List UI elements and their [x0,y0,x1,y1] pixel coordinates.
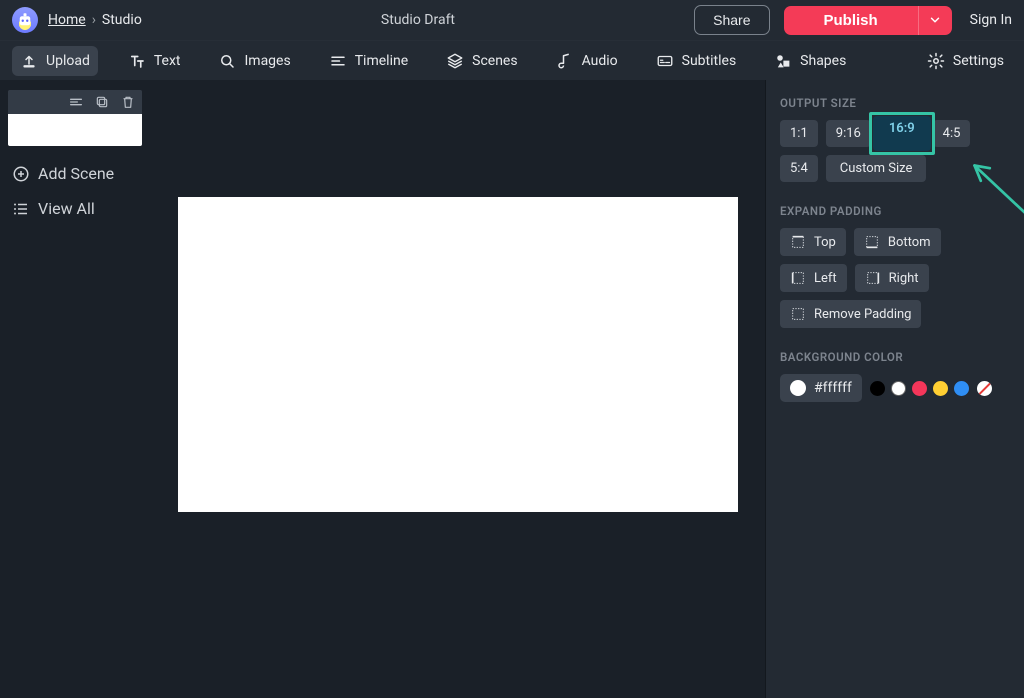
bgcolor-none[interactable] [977,381,992,396]
breadcrumb: Home › Studio [48,12,142,28]
pad-right-icon [865,270,881,286]
scene-rail: Add Scene View All [0,80,150,698]
gear-icon [927,52,945,70]
scene-thumbnail[interactable] [8,90,142,146]
shapes-icon [774,52,792,70]
music-note-icon [556,52,574,70]
bgcolor-swatch[interactable] [954,381,969,396]
tool-scenes-label: Scenes [472,53,517,69]
tool-shapes-label: Shapes [800,53,846,69]
view-all-button[interactable]: View All [8,191,142,226]
ratio-5-4[interactable]: 5:4 [780,155,818,182]
chevron-down-icon [928,13,942,27]
section-background-color: BACKGROUND COLOR #ffffff [780,350,1010,402]
trash-icon[interactable] [120,94,136,110]
ratio-16-9-highlight: 16:9 [879,120,925,147]
avatar[interactable] [12,7,38,33]
breadcrumb-current: Studio [102,12,142,28]
ratio-9-16[interactable]: 9:16 [826,120,871,147]
tool-timeline[interactable]: Timeline [321,46,416,76]
tool-upload[interactable]: Upload [12,46,98,76]
pad-left-icon [790,270,806,286]
custom-size[interactable]: Custom Size [826,155,927,182]
pad-remove-icon [790,306,806,322]
tool-upload-label: Upload [46,53,90,69]
signin-link[interactable]: Sign In [970,12,1012,28]
publish-button[interactable]: Publish [784,6,918,35]
tool-audio[interactable]: Audio [548,46,626,76]
layers-icon [446,52,464,70]
view-all-label: View All [38,199,95,218]
tool-subtitles[interactable]: Subtitles [648,46,745,76]
output-size-heading: OUTPUT SIZE [780,96,1010,110]
robot-icon [16,11,34,29]
main-area: Add Scene View All OUTPUT SIZE 1:1 9:16 … [0,80,1024,698]
upload-icon [20,52,38,70]
pad-top[interactable]: Top [780,228,846,256]
canvas[interactable] [178,197,738,512]
expand-padding-heading: EXPAND PADDING [780,204,1010,218]
pad-bottom[interactable]: Bottom [854,228,941,256]
bgcolor-swatch[interactable] [933,381,948,396]
timeline-icon [329,52,347,70]
text-icon [128,52,146,70]
bgcolor-swatches [870,381,969,396]
scene-thumb-preview[interactable] [8,114,142,146]
tool-settings-label: Settings [953,53,1004,69]
copy-icon[interactable] [94,94,110,110]
add-scene-button[interactable]: Add Scene [8,156,142,191]
tool-shapes[interactable]: Shapes [766,46,854,76]
pad-right[interactable]: Right [855,264,929,292]
bgcolor-swatch[interactable] [870,381,885,396]
tool-subtitles-label: Subtitles [682,53,737,69]
share-button[interactable]: Share [694,5,769,35]
tool-audio-label: Audio [582,53,618,69]
canvas-stage [150,80,765,698]
chevron-right-icon: › [92,12,96,28]
bgcolor-current-swatch [790,380,806,396]
bgcolor-value-chip[interactable]: #ffffff [780,374,862,402]
subtitles-icon [656,52,674,70]
tool-row: Upload Text Images Timeline Scenes Audio… [0,40,1024,80]
tool-images-label: Images [244,53,290,69]
plus-circle-icon [12,165,30,183]
tool-images[interactable]: Images [210,46,298,76]
bgcolor-swatch[interactable] [912,381,927,396]
ratio-1-1[interactable]: 1:1 [780,120,818,147]
list-icon [12,200,30,218]
background-color-heading: BACKGROUND COLOR [780,350,1010,364]
bgcolor-swatch[interactable] [891,381,906,396]
tool-settings[interactable]: Settings [919,46,1012,76]
publish-group: Publish [784,6,952,35]
pad-top-icon [790,234,806,250]
tool-scenes[interactable]: Scenes [438,46,525,76]
page-title: Studio Draft [142,12,694,28]
search-icon [218,52,236,70]
settings-panel: OUTPUT SIZE 1:1 9:16 16:9 4:5 5:4 Custom… [766,80,1024,698]
tool-timeline-label: Timeline [355,53,408,69]
publish-dropdown-button[interactable] [918,6,952,35]
breadcrumb-home[interactable]: Home [48,12,86,28]
add-scene-label: Add Scene [38,164,114,183]
tool-text[interactable]: Text [120,46,189,76]
pad-left[interactable]: Left [780,264,847,292]
section-expand-padding: EXPAND PADDING Top Bottom Left Right [780,204,1010,328]
section-output-size: OUTPUT SIZE 1:1 9:16 16:9 4:5 5:4 Custom… [780,96,1010,182]
top-bar: Home › Studio Studio Draft Share Publish… [0,0,1024,40]
reorder-icon[interactable] [68,94,84,110]
ratio-4-5[interactable]: 4:5 [933,120,971,147]
ratio-16-9[interactable]: 16:9 [879,115,925,142]
bgcolor-value: #ffffff [814,380,852,396]
pad-remove[interactable]: Remove Padding [780,300,921,328]
pad-bottom-icon [864,234,880,250]
scene-controls [8,90,142,114]
tool-text-label: Text [154,53,181,69]
